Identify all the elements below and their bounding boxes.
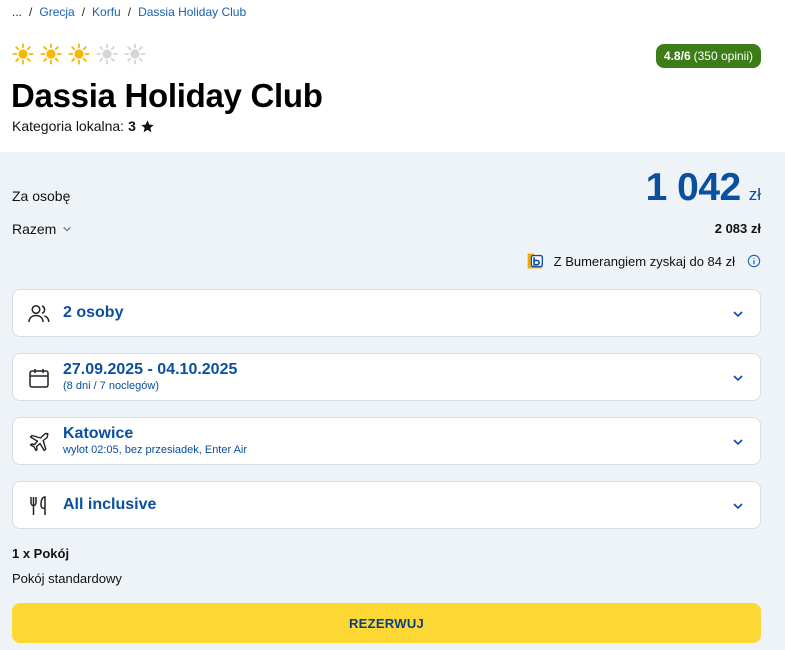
- hotel-header: ... / Grecja / Korfu / Dassia Holiday Cl…: [0, 0, 785, 152]
- breadcrumb-item-hotel[interactable]: Dassia Holiday Club: [138, 5, 246, 19]
- dates-duration: (8 dni / 7 noclegów): [63, 380, 159, 392]
- total-price: 2 083 zł: [714, 221, 761, 236]
- room-count: 1 x Pokój: [12, 546, 70, 561]
- local-category: Kategoria lokalna: 3: [12, 118, 155, 134]
- board-selector[interactable]: All inclusive: [12, 481, 761, 529]
- breadcrumb-separator: /: [81, 5, 86, 19]
- rating-count: (350 opinii): [693, 49, 753, 63]
- fork-knife-icon: [30, 496, 46, 515]
- guests-selector[interactable]: 2 osoby: [12, 289, 761, 337]
- breadcrumb-item-region[interactable]: Korfu: [92, 5, 121, 19]
- chevron-down-icon: [733, 439, 743, 446]
- rating-badge[interactable]: 4.8/6 (350 opinii): [655, 44, 761, 68]
- hotel-name: Dassia Holiday Club: [11, 77, 323, 114]
- plane-icon: [29, 432, 49, 452]
- info-icon[interactable]: [747, 254, 761, 268]
- sun-filled-icon: [40, 43, 62, 65]
- category-value: 3: [128, 118, 136, 134]
- sun-empty-icon: [96, 43, 118, 65]
- bumerang-logo-icon: [527, 253, 543, 269]
- star-icon: [141, 119, 154, 132]
- flight-selector[interactable]: Katowice wylot 02:05, bez przesiadek, En…: [12, 417, 761, 465]
- category-label: Kategoria lokalna:: [12, 118, 125, 134]
- chevron-down-icon: [733, 375, 743, 382]
- chevron-down-icon: [733, 503, 743, 510]
- total-toggle[interactable]: Razem: [12, 221, 72, 237]
- flight-details: wylot 02:05, bez przesiadek, Enter Air: [63, 444, 248, 456]
- breadcrumb-ellipsis[interactable]: ...: [12, 5, 22, 19]
- book-button[interactable]: REZERWUJ: [12, 603, 761, 643]
- price-currency: zł: [748, 185, 761, 204]
- room-type: Pokój standardowy: [12, 571, 122, 586]
- breadcrumb-item-country[interactable]: Grecja: [39, 5, 74, 19]
- total-label: Razem: [12, 221, 57, 237]
- calendar-icon: [29, 369, 49, 388]
- guests-value: 2 osoby: [63, 304, 124, 321]
- breadcrumb: ... / Grecja / Korfu / Dassia Holiday Cl…: [12, 5, 246, 19]
- breadcrumb-separator: /: [29, 5, 33, 19]
- sun-rating: [12, 43, 146, 65]
- price-amount: 1 042: [645, 166, 742, 209]
- chevron-down-icon: [733, 311, 743, 318]
- sun-empty-icon: [124, 43, 146, 65]
- sun-filled-icon: [68, 43, 90, 65]
- chevron-down-icon: [63, 226, 72, 232]
- departure-city: Katowice: [63, 425, 134, 442]
- rating-score: 4.8/6: [663, 49, 691, 63]
- per-person-price: 1 042 zł: [646, 166, 761, 210]
- bumerang-text: Z Bumerangiem zyskaj do 84 zł: [553, 253, 735, 269]
- per-person-label: Za osobę: [12, 188, 71, 204]
- bumerang-info: Z Bumerangiem zyskaj do 84 zł: [524, 250, 761, 272]
- board-value: All inclusive: [63, 496, 157, 513]
- people-icon: [28, 304, 50, 323]
- dates-selector[interactable]: 27.09.2025 - 04.10.2025 (8 dni / 7 nocle…: [12, 353, 761, 401]
- breadcrumb-separator: /: [127, 5, 132, 19]
- dates-value: 27.09.2025 - 04.10.2025: [63, 361, 238, 378]
- sun-filled-icon: [12, 43, 34, 65]
